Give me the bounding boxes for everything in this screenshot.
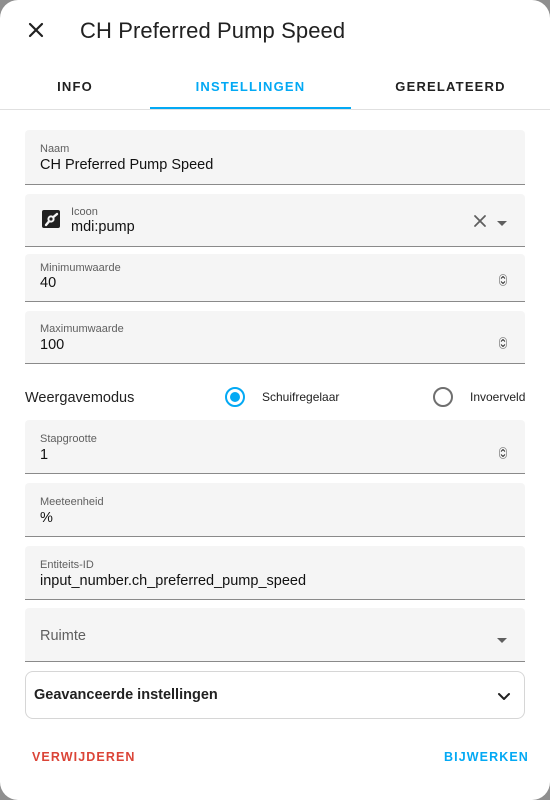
step-size-stepper[interactable] [499,447,507,459]
area-select-placeholder: Ruimte [40,628,86,644]
minimum-value-input: 40 [40,275,57,291]
unit-field-label: Meeteenheid [40,496,104,508]
radio-slider-label[interactable]: Schuifregelaar [262,390,339,404]
unit-field[interactable]: Meeteenheid % [25,483,525,537]
dialog-header: CH Preferred Pump Speed [0,0,550,62]
radio-input-field-label[interactable]: Invoerveld [470,390,525,404]
entity-settings-dialog: CH Preferred Pump Speed INFO INSTELLINGE… [0,0,550,800]
pump-icon [40,208,62,230]
step-size-field[interactable]: Stapgrootte 1 [25,420,525,474]
advanced-settings-expander[interactable]: Geavanceerde instellingen [25,671,525,719]
name-field-value: CH Preferred Pump Speed [40,157,214,173]
dialog-title: CH Preferred Pump Speed [80,18,346,43]
tab-settings[interactable]: INSTELLINGEN [150,62,351,110]
minimum-value-label: Minimumwaarde [40,262,121,274]
dropdown-arrow-icon [496,632,508,643]
icon-field-label: Icoon [71,206,98,218]
entity-id-field[interactable]: Entiteits-ID input_number.ch_preferred_p… [25,546,525,600]
entity-id-value: input_number.ch_preferred_pump_speed [40,573,307,589]
close-button[interactable] [22,18,50,46]
icon-field-value: mdi:pump [71,219,135,235]
active-tab-indicator [150,107,351,109]
chevron-down-icon [497,689,511,701]
name-field-label: Naam [40,143,70,155]
unit-field-value: % [40,510,53,526]
display-mode-group: Weergavemodus Schuifregelaar Invoerveld [25,384,525,414]
maximum-value-field[interactable]: Maximumwaarde 100 [25,311,525,364]
advanced-settings-label: Geavanceerde instellingen [34,687,218,703]
step-size-input: 1 [40,447,49,463]
dropdown-arrow-icon[interactable] [496,215,508,226]
clear-icon[interactable] [472,213,488,229]
minimum-value-field[interactable]: Minimumwaarde 40 [25,254,525,302]
settings-form: Naam CH Preferred Pump Speed Icoon mdi:p… [0,111,550,731]
minimum-value-stepper[interactable] [499,274,507,286]
name-field[interactable]: Naam CH Preferred Pump Speed [25,130,525,185]
close-icon [26,20,46,45]
tab-bar: INFO INSTELLINGEN GERELATEERD [0,62,550,110]
maximum-value-input: 100 [40,337,65,353]
radio-input-field[interactable] [433,387,453,407]
radio-slider[interactable] [225,387,245,407]
step-size-label: Stapgrootte [40,433,97,445]
display-mode-label: Weergavemodus [25,390,135,406]
update-button[interactable]: BIJWERKEN [444,750,529,764]
maximum-value-stepper[interactable] [499,337,507,349]
icon-field[interactable]: Icoon mdi:pump [25,194,525,247]
tab-info[interactable]: INFO [0,62,150,110]
tab-related[interactable]: GERELATEERD [351,62,550,110]
delete-button[interactable]: VERWIJDEREN [32,750,136,764]
entity-id-label: Entiteits-ID [40,559,94,571]
maximum-value-label: Maximumwaarde [40,323,124,335]
area-select[interactable]: Ruimte [25,608,525,662]
